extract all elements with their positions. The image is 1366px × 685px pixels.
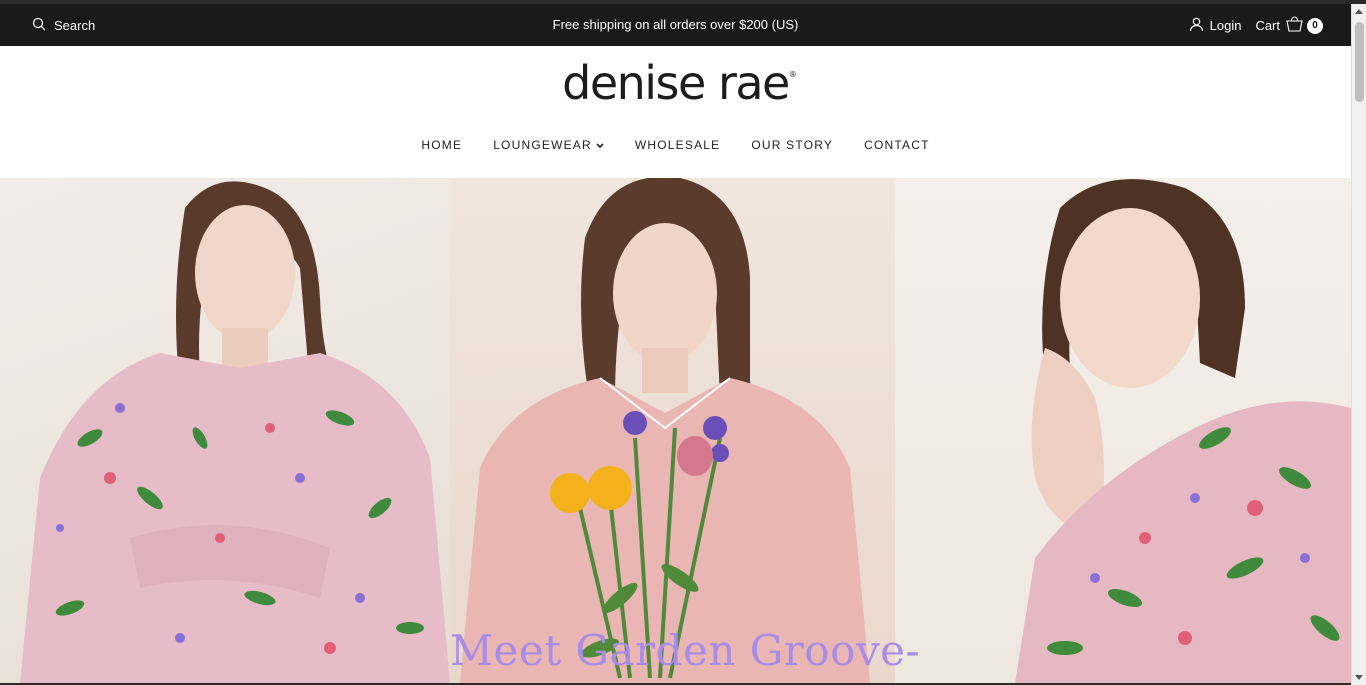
hero-title: Meet Garden Groove- (450, 626, 921, 675)
cart-count-badge: 0 (1307, 17, 1323, 34)
login-link[interactable]: Login (1189, 17, 1242, 35)
hero-banner[interactable]: Meet Garden Groove- (0, 178, 1351, 683)
logo-text: denise rae (562, 56, 790, 110)
search-label: Search (54, 18, 96, 33)
user-icon (1189, 17, 1204, 35)
main-navigation: HOME LOUNGEWEAR WHOLESALE OUR STORY CONT… (0, 138, 1351, 152)
registered-mark: ® (788, 70, 797, 79)
cart-label: Cart (1255, 18, 1280, 33)
cart-link[interactable]: Cart 0 (1255, 16, 1323, 35)
announcement-text: Free shipping on all orders over $200 (U… (552, 17, 799, 32)
chevron-down-icon (596, 138, 604, 152)
nav-item-contact[interactable]: CONTACT (864, 138, 930, 152)
logo-wordmark: denise rae ® (562, 56, 797, 110)
login-label: Login (1209, 18, 1242, 33)
shopping-bag-icon (1286, 16, 1303, 35)
site-logo[interactable]: denise rae ® (0, 56, 1351, 110)
nav-item-label: LOUNGEWEAR (493, 138, 592, 152)
page: Search Free shipping on all orders over … (0, 4, 1351, 683)
search-icon (32, 17, 46, 34)
hero-image-right (895, 178, 1351, 683)
nav-item-label: HOME (421, 138, 463, 152)
scroll-up-arrow-icon[interactable] (1355, 9, 1363, 14)
account-actions: Login Cart 0 (1189, 16, 1323, 35)
nav-item-label: WHOLESALE (634, 138, 721, 152)
scrollbar-thumb[interactable] (1355, 22, 1364, 102)
hero-image-left (0, 178, 450, 683)
nav-item-our-story[interactable]: OUR STORY (751, 138, 833, 152)
nav-item-home[interactable]: HOME (421, 138, 462, 152)
search-button[interactable]: Search (32, 17, 95, 34)
hero-image-center (450, 178, 895, 683)
nav-item-loungewear[interactable]: LOUNGEWEAR (493, 138, 604, 152)
page-scrollbar[interactable] (1351, 4, 1366, 685)
nav-item-label: CONTACT (864, 138, 930, 152)
nav-item-label: OUR STORY (751, 138, 834, 152)
nav-item-wholesale[interactable]: WHOLESALE (635, 138, 721, 152)
announcement-bar: Search Free shipping on all orders over … (0, 4, 1351, 46)
scroll-down-arrow-icon[interactable] (1355, 675, 1363, 680)
